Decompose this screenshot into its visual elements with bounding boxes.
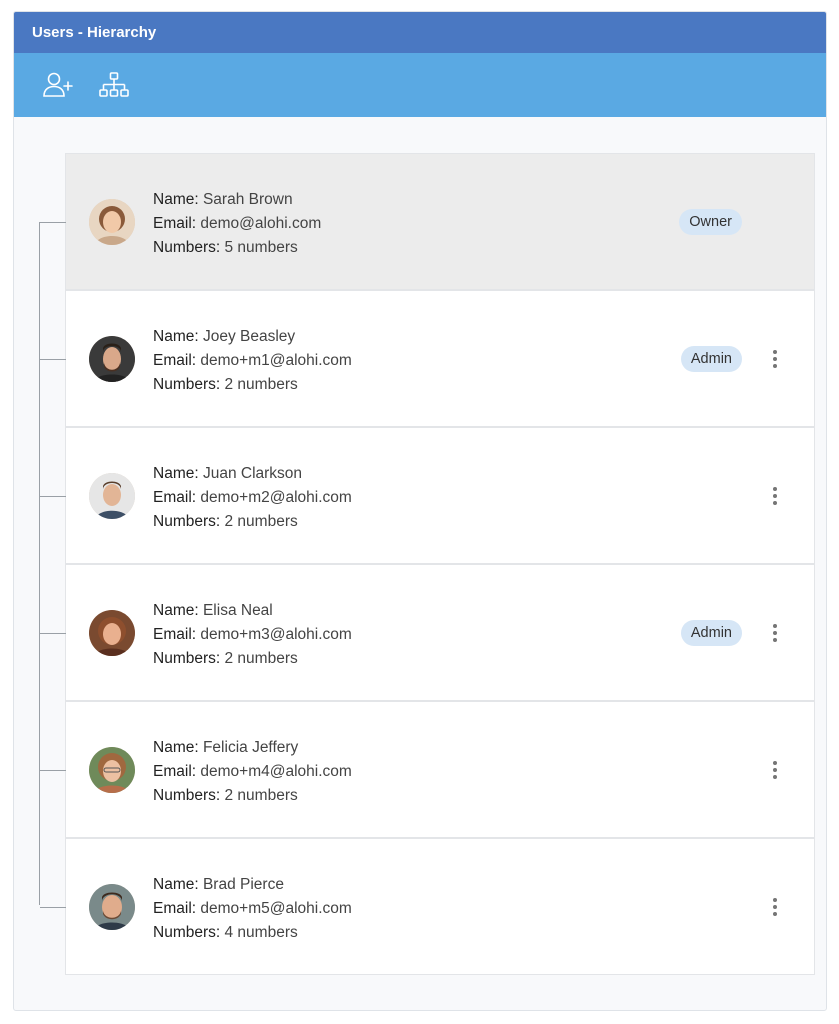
more-options-button[interactable]	[766, 482, 784, 510]
more-options-button[interactable]	[766, 893, 784, 921]
kebab-icon	[773, 487, 777, 491]
avatar	[89, 199, 135, 245]
tree-connector	[40, 907, 66, 908]
role-badge: Admin	[680, 346, 742, 372]
window-title: Users - Hierarchy	[14, 12, 826, 53]
toolbar	[14, 53, 826, 117]
user-name: Name: Brad Pierce	[153, 876, 284, 893]
tree-line	[39, 222, 40, 905]
user-row[interactable]: Name: Sarah Brown Email: demo@alohi.com …	[40, 153, 815, 290]
user-row[interactable]: Name: Juan Clarkson Email: demo+m2@alohi…	[40, 427, 815, 564]
user-name: Name: Felicia Jeffery	[153, 739, 299, 756]
kebab-icon	[773, 350, 777, 354]
kebab-icon	[773, 624, 777, 628]
user-email: Email: demo+m2@alohi.com	[153, 489, 352, 506]
user-numbers: Numbers: 2 numbers	[153, 787, 298, 804]
user-numbers: Numbers: 5 numbers	[153, 239, 298, 256]
user-numbers: Numbers: 2 numbers	[153, 513, 298, 530]
role-badge: Admin	[680, 620, 742, 646]
kebab-icon	[773, 898, 777, 902]
org-chart-icon	[99, 72, 129, 97]
avatar	[89, 747, 135, 793]
avatar	[89, 884, 135, 930]
user-row[interactable]: Name: Brad Pierce Email: demo+m5@alohi.c…	[40, 838, 815, 975]
user-row[interactable]: Name: Joey Beasley Email: demo+m1@alohi.…	[40, 290, 815, 427]
user-email: Email: demo@alohi.com	[153, 215, 322, 232]
avatar	[89, 473, 135, 519]
hierarchy-button[interactable]	[96, 67, 132, 103]
more-options-button[interactable]	[766, 619, 784, 647]
user-row[interactable]: Name: Elisa Neal Email: demo+m3@alohi.co…	[40, 564, 815, 701]
user-name: Name: Joey Beasley	[153, 328, 296, 345]
more-options-button[interactable]	[766, 345, 784, 373]
user-email: Email: demo+m1@alohi.com	[153, 352, 352, 369]
user-numbers: Numbers: 2 numbers	[153, 650, 298, 667]
user-row[interactable]: Name: Felicia Jeffery Email: demo+m4@alo…	[40, 701, 815, 838]
add-user-button[interactable]	[40, 67, 76, 103]
avatar	[89, 336, 135, 382]
tree-connector	[40, 770, 66, 771]
user-email: Email: demo+m3@alohi.com	[153, 626, 352, 643]
tree-connector	[40, 359, 66, 360]
user-numbers: Numbers: 4 numbers	[153, 924, 298, 941]
kebab-icon	[773, 761, 777, 765]
user-name: Name: Sarah Brown	[153, 191, 293, 208]
user-email: Email: demo+m5@alohi.com	[153, 900, 352, 917]
tree-connector	[40, 633, 66, 634]
avatar	[89, 610, 135, 656]
more-options-button[interactable]	[766, 756, 784, 784]
user-numbers: Numbers: 2 numbers	[153, 376, 298, 393]
user-name: Name: Juan Clarkson	[153, 465, 303, 482]
tree-connector	[40, 222, 66, 223]
role-badge: Owner	[679, 209, 742, 235]
user-email: Email: demo+m4@alohi.com	[153, 763, 352, 780]
user-name: Name: Elisa Neal	[153, 602, 273, 619]
user-plus-icon	[43, 72, 73, 97]
users-hierarchy-panel: Users - Hierarchy Name: Sarah Brown Emai…	[13, 11, 827, 1011]
tree-connector	[40, 496, 66, 497]
